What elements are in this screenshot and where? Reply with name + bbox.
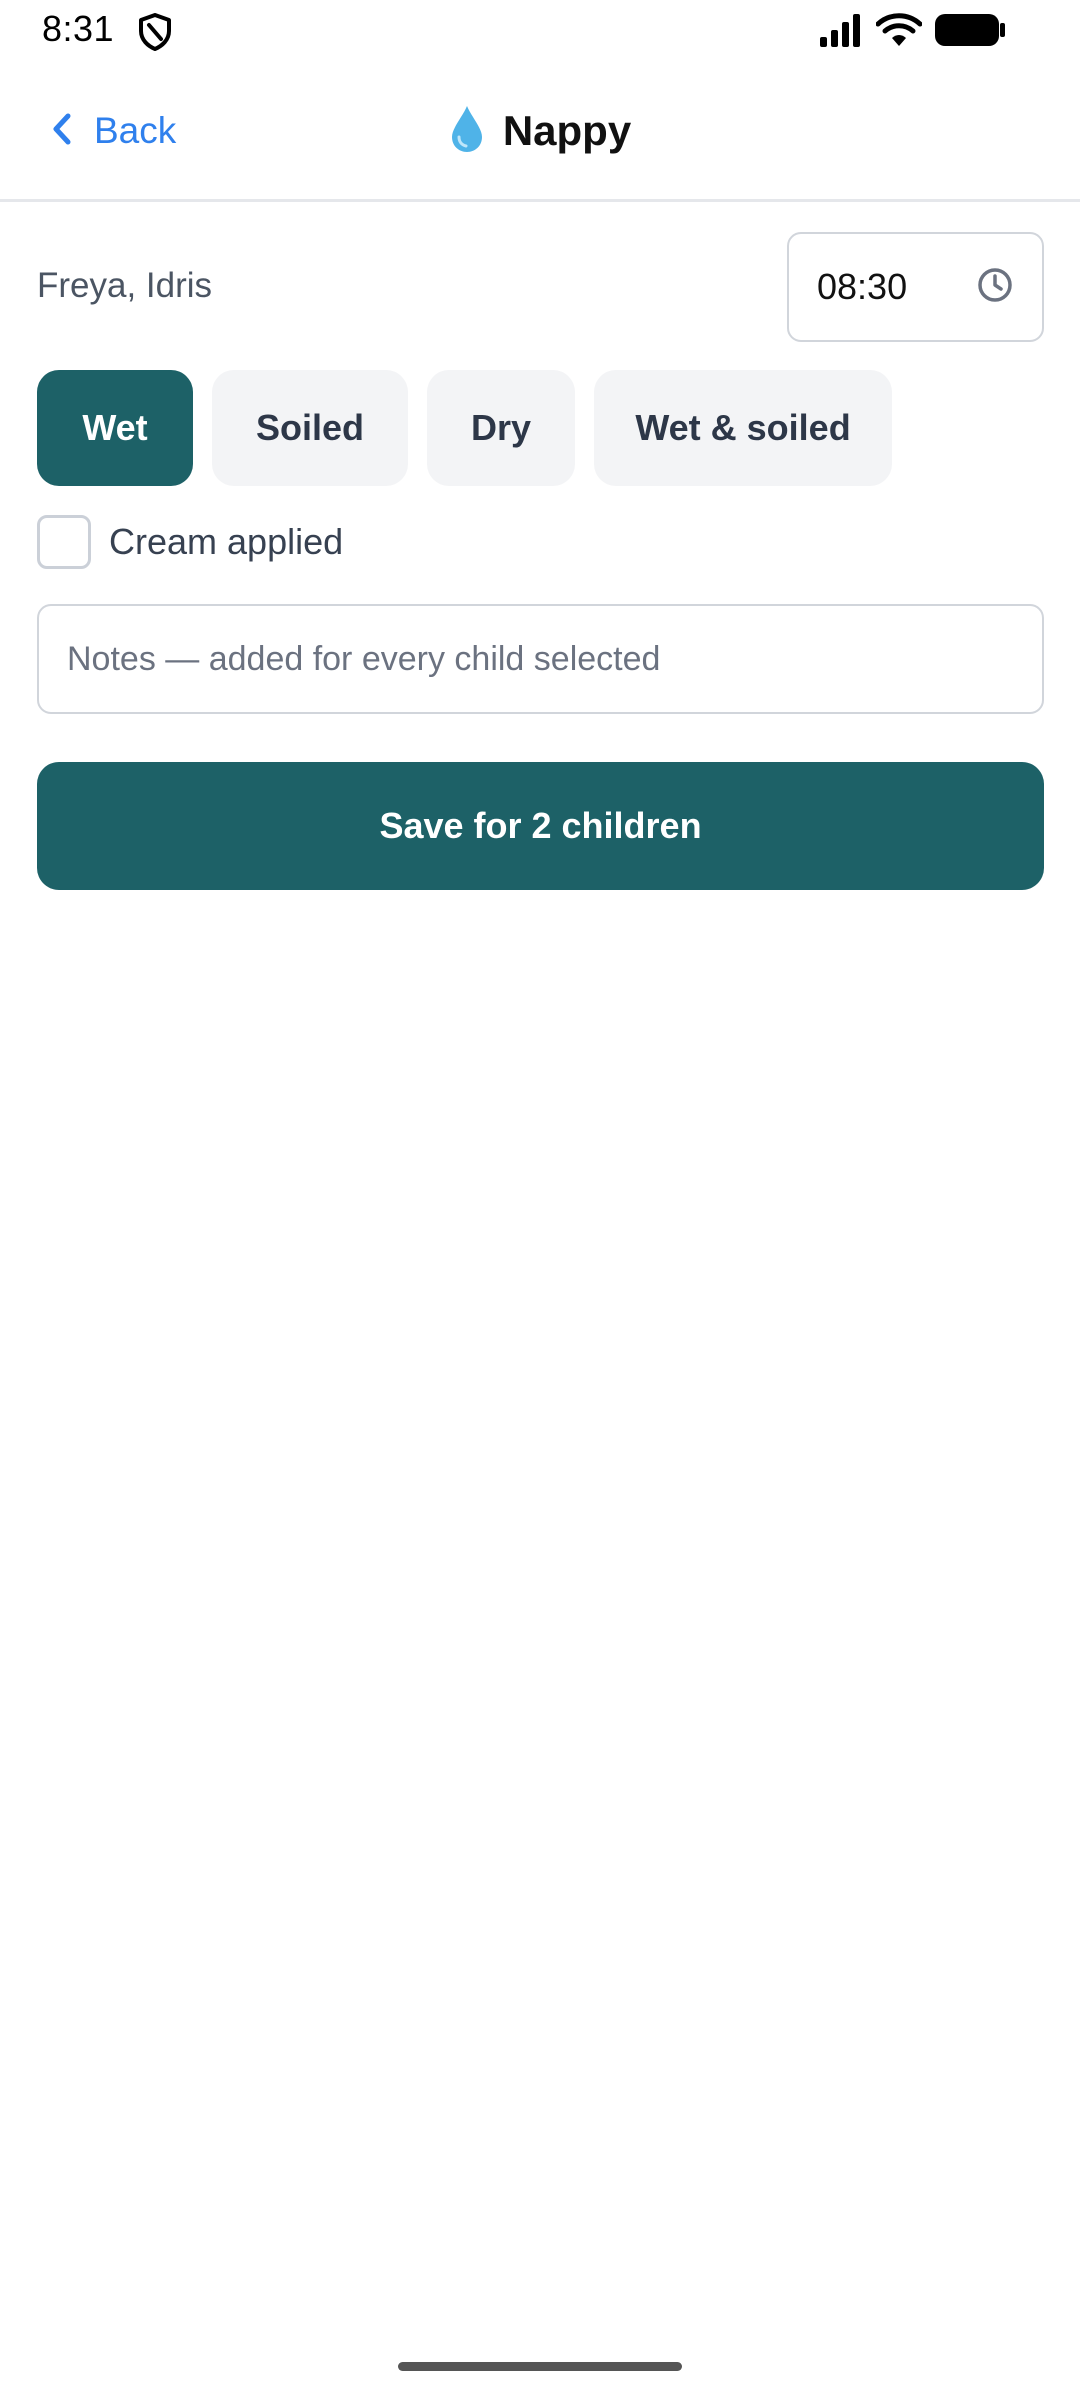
status-time: 8:31 — [42, 8, 115, 49]
status-bar: 8:31 — [0, 0, 1080, 64]
signal-icon — [818, 13, 864, 52]
cream-applied-row[interactable]: Cream applied — [37, 514, 1044, 570]
page-title-text: Nappy — [502, 107, 632, 154]
time-picker[interactable]: 08:30 — [787, 232, 1044, 342]
battery-icon — [934, 12, 1006, 53]
home-indicator[interactable] — [398, 2362, 682, 2371]
page-title: Nappy — [0, 100, 1080, 162]
nappy-type-selector: Wet Soiled Dry Wet & soiled — [37, 370, 1044, 486]
selected-children: Freya, Idris — [37, 266, 213, 305]
wifi-icon — [875, 12, 923, 53]
clock-icon — [976, 266, 1014, 309]
status-icons — [818, 12, 1006, 52]
chip-wet[interactable]: Wet — [37, 370, 193, 486]
nappy-form: Freya, Idris 08:30 Wet Soiled Dry Wet & … — [37, 232, 1044, 890]
cream-applied-checkbox[interactable] — [37, 515, 91, 569]
children-time-row: Freya, Idris 08:30 — [37, 232, 1044, 342]
chip-dry[interactable]: Dry — [427, 370, 575, 486]
nav-bar: Back Nappy — [0, 64, 1080, 202]
notes-input[interactable] — [37, 604, 1044, 714]
droplet-icon — [449, 104, 485, 159]
chip-wet-and-soiled[interactable]: Wet & soiled — [594, 370, 892, 486]
time-value: 08:30 — [817, 266, 908, 307]
cream-applied-label: Cream applied — [109, 521, 344, 562]
shield-icon — [138, 13, 172, 51]
chip-soiled[interactable]: Soiled — [212, 370, 408, 486]
save-button[interactable]: Save for 2 children — [37, 762, 1044, 890]
